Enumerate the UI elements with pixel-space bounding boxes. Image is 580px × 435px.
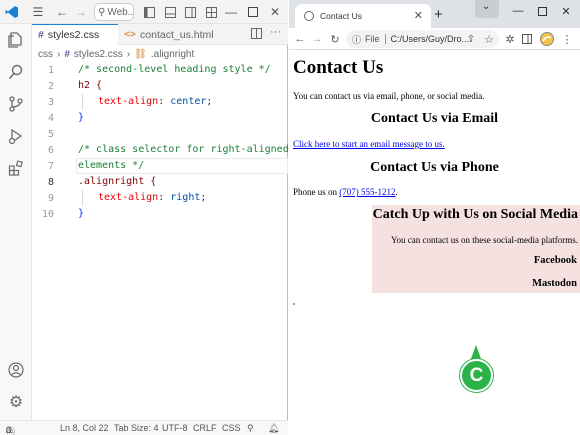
back-arrow-icon[interactable]: ← <box>55 4 69 20</box>
editor-tab-bar: # styles2.css <> contact_us.html ··· <box>32 24 288 45</box>
maximize-icon[interactable] <box>533 2 551 20</box>
tab-search-button[interactable]: ⌄ <box>475 0 499 18</box>
code-line: 10 } <box>41 208 85 220</box>
page-heading: Contact Us <box>293 57 384 78</box>
social-item-facebook: Facebook <box>533 255 577 266</box>
run-debug-icon[interactable] <box>6 126 26 146</box>
email-link[interactable]: Click here to start an email message to … <box>293 139 445 149</box>
web-page-content: Contact Us You can contact us via email,… <box>289 51 580 435</box>
tab-contact-us-html[interactable]: <> contact_us.html <box>118 24 228 45</box>
code-line: 3 text-align: center; <box>47 96 213 108</box>
maximize-icon[interactable] <box>246 4 260 20</box>
chevron-down-icon: ⌄ <box>482 1 491 12</box>
toggle-panel-icon[interactable] <box>163 4 177 20</box>
vscode-window: ☰ ← → ⚲ Web... — ✕ ⚙ # styles2.css <> co… <box>0 0 289 435</box>
symbol-class-icon: ⛓ <box>134 48 147 60</box>
html-file-icon: <> <box>124 29 137 40</box>
notifications-bell-icon[interactable]: 🔔︎ <box>268 423 279 434</box>
phone-paragraph: Phone us on (707) 555-1212. <box>293 187 398 197</box>
intro-paragraph: You can contact us via email, phone, or … <box>293 91 485 101</box>
menu-icon[interactable]: ☰ <box>30 4 46 20</box>
feedback-icon[interactable]: ⚲ <box>247 423 254 434</box>
explorer-icon[interactable] <box>6 30 26 50</box>
code-editor[interactable]: 1 /* second-level heading style */ 2 h2 … <box>32 62 289 420</box>
more-actions-icon[interactable]: ··· <box>270 26 281 38</box>
info-icon: ⓘ <box>352 34 362 45</box>
cursor-position[interactable]: Ln 8, Col 22 <box>60 423 109 433</box>
new-tab-icon[interactable]: + <box>434 6 443 23</box>
chevron-right-icon: › <box>126 48 131 60</box>
close-tab-icon[interactable]: ✕ <box>414 9 423 22</box>
globe-icon <box>304 11 314 21</box>
command-search-input[interactable]: ⚲ Web... <box>94 3 134 21</box>
extensions-icon[interactable]: ✲ <box>504 31 516 47</box>
close-icon[interactable]: ✕ <box>557 2 575 20</box>
search-icon: ⚲ <box>98 6 106 18</box>
breadcrumb-file[interactable]: styles2.css <box>74 49 123 60</box>
more-menu-icon[interactable]: ⋮ <box>562 31 573 47</box>
language-mode[interactable]: CSS <box>222 423 241 433</box>
reload-icon[interactable]: ↻ <box>328 31 342 47</box>
tab-size[interactable]: Tab Size: 4 <box>114 423 159 433</box>
minimize-icon[interactable]: — <box>509 2 527 20</box>
browser-tab-contact-us[interactable]: Contact Us ✕ <box>295 4 431 28</box>
page-dot <box>293 303 295 305</box>
code-line: 9 text-align: right; <box>47 192 207 204</box>
forward-arrow-icon[interactable]: → <box>310 31 324 47</box>
toggle-sidebar-icon[interactable] <box>142 4 156 20</box>
code-line: 6 /* class selector for right-aligned <box>47 144 289 156</box>
split-editor-icon[interactable] <box>251 28 262 42</box>
toggle-secondary-sidebar-icon[interactable] <box>183 4 197 20</box>
social-item-mastodon: Mastodon <box>532 278 577 289</box>
side-panel-icon[interactable] <box>521 31 533 47</box>
bookmark-star-icon[interactable]: ☆ <box>483 31 495 47</box>
browser-window: Contact Us ✕ + ⌄ — ✕ ← → ↻ ⓘ File C:/Use… <box>289 0 580 435</box>
code-line: 7 elements */ <box>47 160 145 172</box>
accounts-icon[interactable] <box>6 360 26 380</box>
code-line: 2 h2 { <box>47 80 103 92</box>
minimize-icon[interactable]: — <box>224 4 238 20</box>
phone-link[interactable]: (707) 555-1212 <box>339 187 395 197</box>
status-bar: ⓧ 0 ⚠ 0 Ln 8, Col 22 Tab Size: 4 UTF-8 CRL… <box>0 420 288 435</box>
breadcrumb-folder[interactable]: css <box>38 49 53 60</box>
tab-styles2-css[interactable]: # styles2.css <box>32 24 118 45</box>
code-line: 1 /* second-level heading style */ <box>47 64 271 76</box>
line-ending[interactable]: CRLF <box>193 423 217 433</box>
vscode-logo-icon <box>4 4 20 20</box>
address-separator <box>384 34 386 44</box>
share-icon[interactable]: ⇪ <box>465 31 477 47</box>
css-file-icon: # <box>38 29 44 41</box>
back-arrow-icon[interactable]: ← <box>293 31 307 47</box>
breadcrumb: css › # styles2.css › ⛓ .alignright <box>38 46 194 62</box>
css-file-icon: # <box>64 48 70 60</box>
breadcrumb-symbol[interactable]: .alignright <box>151 49 194 60</box>
customize-layout-icon[interactable] <box>204 4 218 20</box>
browser-tab-strip: Contact Us ✕ + ⌄ — ✕ <box>289 0 580 28</box>
source-control-icon[interactable] <box>6 94 26 114</box>
search-icon[interactable] <box>6 62 26 82</box>
email-heading: Contact Us via Email <box>370 111 499 126</box>
forward-arrow-icon[interactable]: → <box>74 4 88 20</box>
code-line: 5 <box>47 128 54 140</box>
code-line: 4 } <box>47 112 85 124</box>
activity-bar: ⚙ <box>0 24 32 420</box>
profile-avatar[interactable] <box>540 31 554 47</box>
extensions-icon[interactable] <box>6 158 26 178</box>
social-heading: Catch Up with Us on Social Media <box>372 207 578 222</box>
encoding[interactable]: UTF-8 <box>162 423 188 433</box>
code-line-current: 8 .alignright { <box>47 176 157 188</box>
close-icon[interactable]: ✕ <box>268 4 282 20</box>
settings-gear-icon[interactable]: ⚙ <box>6 392 26 412</box>
social-media-section: Catch Up with Us on Social Media You can… <box>372 205 580 293</box>
chevron-right-icon: › <box>57 48 61 60</box>
browser-toolbar: ← → ↻ ⓘ File C:/Users/Guy/Dro... ⇪ ☆ ✲ ⋮ <box>289 28 580 50</box>
callout-badge: C <box>460 359 493 392</box>
social-paragraph: You can contact us on these social-media… <box>390 235 578 245</box>
vscode-title-bar: ☰ ← → ⚲ Web... — ✕ <box>0 0 288 24</box>
phone-heading: Contact Us via Phone <box>370 160 499 175</box>
